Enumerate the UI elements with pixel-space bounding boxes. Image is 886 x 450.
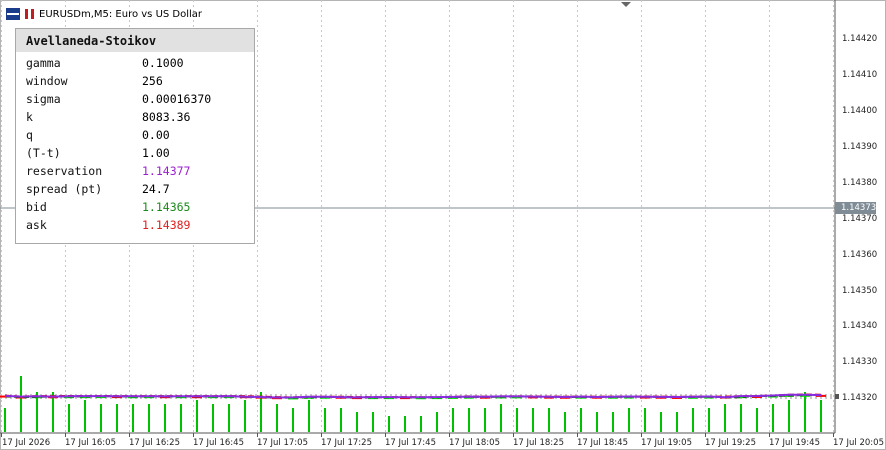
param-label: gamma: [26, 56, 61, 70]
avellaneda-stoikov-panel: Avellaneda-Stoikov gamma 0.1000 window 2…: [15, 28, 255, 244]
price-tick-label: 1.14420: [842, 34, 878, 44]
chart-title: EURUSDm,M5: Euro vs US Dollar: [39, 8, 203, 20]
panel-row-time: (T-t) 1.00: [16, 144, 254, 162]
param-value: 1.00: [142, 146, 170, 160]
time-tick-label: 17 Jul 19:25: [705, 438, 756, 448]
price-tick-label: 1.14340: [842, 321, 878, 331]
current-price-label: 1.14373: [835, 202, 876, 214]
panel-row-sigma: sigma 0.00016370: [16, 90, 254, 108]
panel-row-window: window 256: [16, 72, 254, 90]
param-label: bid: [26, 200, 47, 214]
time-tick-label: 17 Jul 20:05: [833, 438, 884, 448]
price-tick-label: 1.14350: [842, 286, 878, 296]
time-tick-label: 17 Jul 16:25: [129, 438, 180, 448]
time-tick-label: 17 Jul 17:25: [321, 438, 372, 448]
bid-value: 1.14365: [142, 200, 191, 214]
chart-titlebar: EURUSDm,M5: Euro vs US Dollar: [0, 0, 202, 28]
time-tick-label: 17 Jul 19:45: [769, 438, 820, 448]
price-tick-label: 1.14380: [842, 178, 878, 188]
param-label: ask: [26, 218, 47, 232]
param-label: sigma: [26, 92, 61, 106]
time-tick-label: 17 Jul 17:45: [385, 438, 436, 448]
param-label: spread (pt): [26, 182, 103, 196]
panel-row-spread: spread (pt) 24.7: [16, 180, 254, 198]
time-tick-label: 17 Jul 16:45: [193, 438, 244, 448]
param-label: reservation: [26, 164, 103, 178]
time-tick-label: 17 Jul 2026: [2, 438, 51, 448]
reservation-value: 1.14377: [142, 164, 191, 178]
price-tick-label: 1.14360: [842, 250, 878, 260]
chart-window-icon: [6, 8, 20, 20]
time-tick-label: 17 Jul 18:25: [513, 438, 564, 448]
panel-row-bid: bid 1.14365: [16, 198, 254, 216]
price-tick-label: 1.14410: [842, 70, 878, 80]
panel-title: Avellaneda-Stoikov: [16, 29, 254, 52]
param-value: 24.7: [142, 182, 170, 196]
time-tick-label: 17 Jul 18:45: [577, 438, 628, 448]
panel-row-k: k 8083.36: [16, 108, 254, 126]
time-tick-label: 17 Jul 18:05: [449, 438, 500, 448]
param-label: window: [26, 74, 68, 88]
price-tick-label: 1.14390: [842, 142, 878, 152]
symbol-flag-icon: [25, 9, 34, 19]
panel-row-ask: ask 1.14389: [16, 216, 254, 234]
panel-row-q: q 0.00: [16, 126, 254, 144]
price-tick-label: 1.14370: [842, 214, 878, 224]
price-tick-label: 1.14400: [842, 106, 878, 116]
param-label: k: [26, 110, 33, 124]
param-value: 0.00016370: [142, 92, 212, 106]
time-tick-label: 17 Jul 19:05: [641, 438, 692, 448]
param-value: 0.1000: [142, 56, 184, 70]
param-value: 8083.36: [142, 110, 191, 124]
panel-row-gamma: gamma 0.1000: [16, 54, 254, 72]
panel-row-reservation: reservation 1.14377: [16, 162, 254, 180]
param-value: 256: [142, 74, 163, 88]
price-tick-label: 1.14330: [842, 357, 878, 367]
time-tick-label: 17 Jul 16:05: [65, 438, 116, 448]
param-value: 0.00: [142, 128, 170, 142]
price-tick-label: 1.14320: [842, 393, 878, 403]
param-label: (T-t): [26, 146, 61, 160]
time-tick-label: 17 Jul 17:05: [257, 438, 308, 448]
param-label: q: [26, 128, 33, 142]
ask-value: 1.14389: [142, 218, 191, 232]
